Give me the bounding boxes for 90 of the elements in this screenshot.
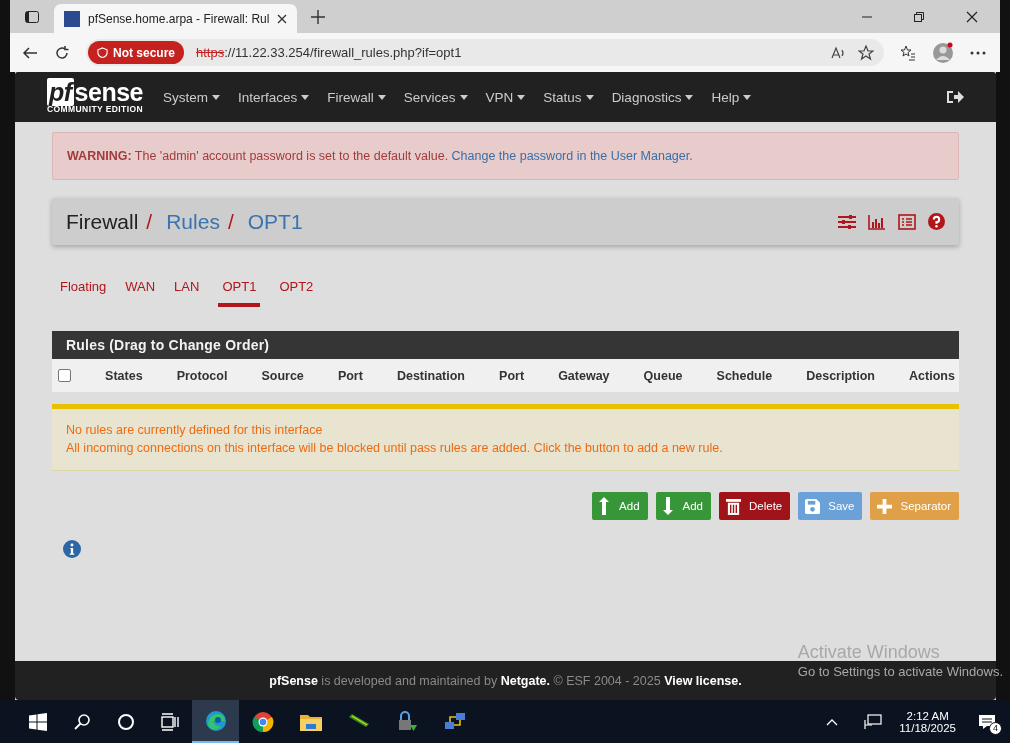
bar-chart-icon[interactable] (868, 213, 886, 230)
info-icon[interactable] (63, 540, 81, 558)
interface-tab[interactable]: LAN (174, 275, 200, 303)
favicon-icon (64, 10, 80, 27)
taskbar-clock[interactable]: 2:12 AM 11/18/2025 (899, 709, 956, 734)
close-icon[interactable] (966, 10, 978, 23)
panel-title: Rules (Drag to Change Order) (66, 337, 270, 353)
more-icon[interactable] (970, 50, 986, 55)
address-field[interactable]: Not secure https://11.22.33.254/firewall_rules.php?if=opt1 (86, 39, 884, 66)
column-header: Actions (909, 368, 955, 383)
interface-tab[interactable]: WAN (125, 275, 156, 303)
back-icon[interactable] (22, 44, 38, 61)
column-header: Schedule (716, 368, 773, 383)
notice-text: No rules are currently defined for this interface (66, 423, 324, 437)
column-header: Protocol (176, 368, 228, 383)
trash-icon (726, 497, 741, 515)
add-bottom-button[interactable]: Add (655, 492, 711, 520)
nav-menu[interactable]: Services (403, 89, 468, 105)
notification-count-badge: 4 (989, 721, 1002, 735)
footer-text: pfSense is developed and maintained by Netgate. © ESF 2004 - 2025 View license. (269, 673, 742, 688)
profile-avatar-icon[interactable] (932, 41, 954, 64)
column-header: Gateway (558, 368, 610, 383)
nav-menu[interactable]: Diagnostics (611, 89, 694, 105)
favorite-star-icon[interactable] (858, 44, 874, 61)
nav-menu[interactable]: Firewall (327, 89, 386, 105)
lock-app-icon[interactable] (396, 710, 418, 733)
caret-icon (585, 94, 594, 100)
caret-icon (212, 94, 220, 100)
column-header: Source (261, 368, 304, 383)
favorites-icon[interactable] (900, 44, 916, 61)
chrome-icon[interactable] (252, 710, 274, 733)
logout-icon[interactable] (946, 89, 964, 105)
help-icon[interactable] (928, 213, 945, 230)
settings-sliders-icon[interactable] (838, 213, 856, 230)
nav-menu[interactable]: System (163, 89, 220, 105)
arrow-down-icon (662, 497, 675, 515)
notification-icon[interactable] (978, 713, 996, 730)
interface-tab[interactable]: OPT2 (279, 275, 314, 303)
browser-swirl-icon (204, 709, 227, 732)
browser-taskbar-button[interactable] (192, 700, 239, 743)
restore-icon[interactable] (914, 11, 924, 22)
arrow-up-icon (599, 497, 612, 515)
notice-text: All incoming connections on this interface will be blocked until pass rules are added. Click the button to add a new rule. (66, 441, 724, 455)
interface-tab[interactable]: Floating (60, 275, 107, 303)
caret-icon (459, 94, 468, 100)
start-icon[interactable] (29, 712, 47, 731)
list-icon[interactable] (898, 213, 916, 230)
add-top-button[interactable]: Add (592, 492, 648, 520)
refresh-icon[interactable] (54, 44, 70, 61)
plus-icon (877, 498, 893, 514)
pfsense-logo[interactable]: pfsense (47, 80, 143, 104)
breadcrumb-separator: / (227, 209, 234, 234)
caret-icon (743, 94, 752, 100)
interface-tab[interactable]: OPT1 (218, 275, 261, 307)
license-link[interactable]: View license. (664, 673, 742, 688)
change-password-link[interactable]: Change the password in the User Manager. (451, 149, 693, 163)
column-header: Queue (643, 368, 683, 383)
cortana-circle-icon[interactable] (117, 712, 135, 731)
task-view-icon[interactable] (161, 712, 179, 731)
network-monitor-icon[interactable] (864, 713, 883, 730)
column-header: Port (337, 368, 363, 383)
breadcrumb-separator: / (146, 209, 153, 234)
tray-caret-icon[interactable] (826, 717, 839, 726)
nav-menu[interactable]: Help (711, 89, 752, 105)
caret-icon (301, 94, 310, 100)
search-icon[interactable] (73, 712, 91, 731)
breadcrumb-item: Firewall (66, 209, 139, 234)
nav-menu[interactable]: VPN (485, 89, 526, 105)
nav-menu[interactable]: Status (543, 89, 594, 105)
column-header: Description (806, 368, 875, 383)
caret-icon (685, 94, 694, 100)
select-all-checkbox[interactable] (58, 369, 71, 382)
new-tab-icon[interactable] (311, 9, 326, 24)
nav-menu[interactable]: Interfaces (238, 89, 310, 105)
caret-icon (517, 94, 526, 100)
close-icon[interactable] (277, 13, 288, 24)
url-text: https://11.22.33.254/firewall_rules.php?if=opt1 (196, 45, 462, 60)
tab-actions-icon[interactable] (24, 8, 40, 25)
delete-button[interactable]: Delete (719, 492, 791, 520)
column-header: Destination (396, 368, 465, 383)
warning-text: WARNING: The 'admin' account password is set to the default value. Change the password in the User Manager. (67, 149, 693, 163)
column-header: Port (499, 368, 525, 383)
activation-hint: Go to Settings to activate Windows. (797, 663, 1003, 681)
tab-title: pfSense.home.arpa - Firewall: Rul (88, 11, 270, 26)
browser-tab[interactable]: pfSense.home.arpa - Firewall: Rul (54, 4, 298, 33)
folder-icon[interactable] (300, 712, 322, 731)
column-header: States (105, 368, 143, 383)
not-secure-badge[interactable]: Not secure (88, 41, 185, 64)
read-aloud-icon[interactable] (830, 44, 846, 61)
caret-icon (377, 94, 386, 100)
